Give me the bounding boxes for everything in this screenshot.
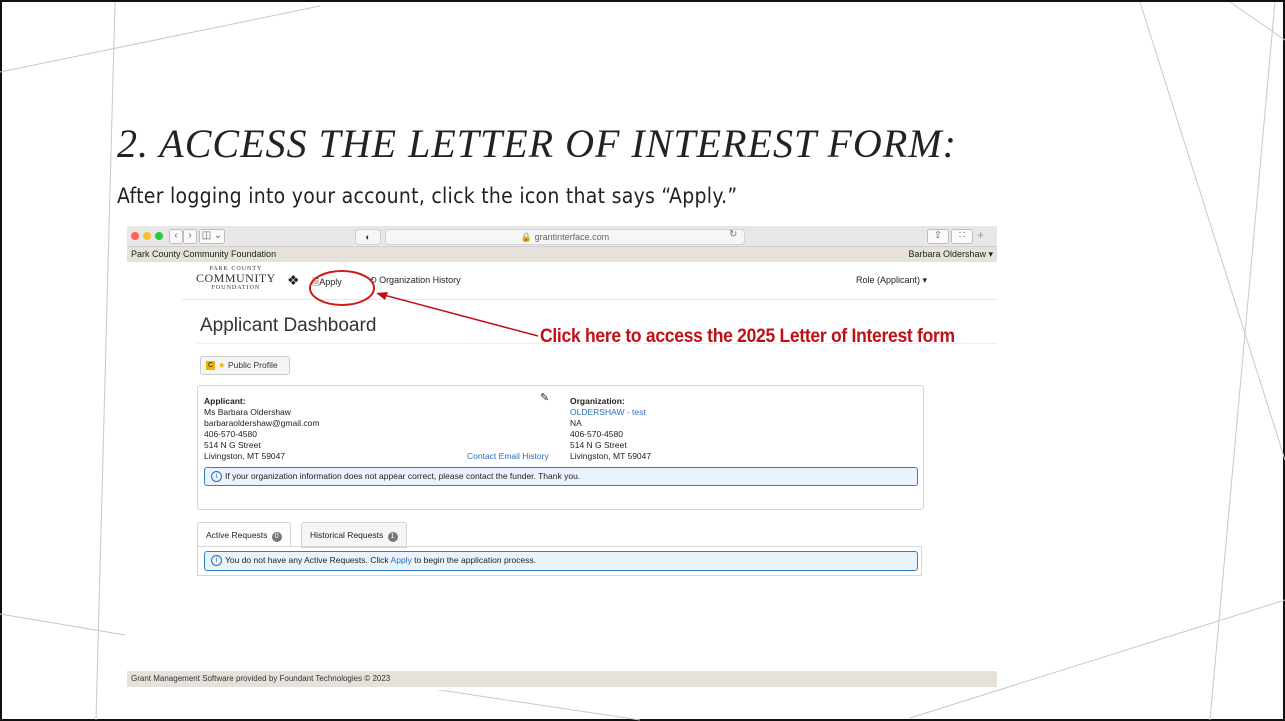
apply-highlight-circle: [309, 270, 375, 306]
callout-graphics: [309, 270, 539, 337]
callout-text: Click here to access the 2025 Letter of …: [540, 326, 955, 347]
callout-arrow-line: [379, 293, 539, 337]
callout-arrow-head: [376, 292, 388, 300]
